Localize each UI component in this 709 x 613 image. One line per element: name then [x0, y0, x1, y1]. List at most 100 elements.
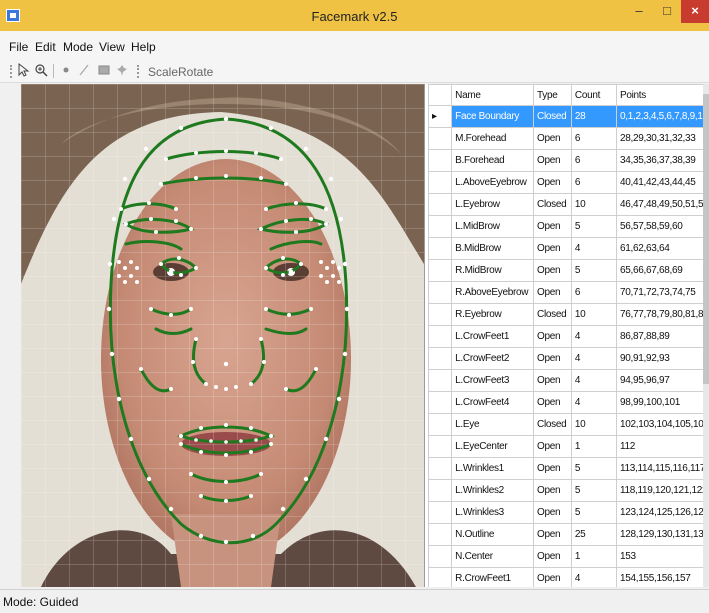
cell-type[interactable]: Open	[533, 325, 572, 348]
cell-type[interactable]: Open	[533, 479, 572, 502]
cell-count[interactable]: 4	[570, 325, 617, 348]
cell-name[interactable]: L.CrowFeet1	[451, 325, 535, 348]
row-header[interactable]	[427, 215, 453, 238]
cell-type[interactable]: Closed	[533, 193, 572, 216]
cell-points[interactable]: 128,129,130,131,132,...	[615, 523, 709, 546]
row-header[interactable]: ▸	[427, 105, 453, 128]
cell-points[interactable]: 98,99,100,101	[615, 391, 709, 414]
cell-count[interactable]: 1	[570, 435, 617, 458]
cell-name[interactable]: R.Eyebrow	[451, 303, 535, 326]
cell-name[interactable]: L.Eyebrow	[451, 193, 535, 216]
cell-points[interactable]: 123,124,125,126,127	[615, 501, 709, 524]
table-row[interactable]: L.EyebrowClosed1046,47,48,49,50,51,52,..…	[427, 193, 709, 216]
cell-count[interactable]: 10	[570, 413, 617, 436]
cell-type[interactable]: Open	[533, 149, 572, 172]
table-row[interactable]: L.CrowFeet1 Open 4 86,87,88,89	[427, 325, 709, 348]
cell-count[interactable]: 5	[570, 457, 617, 480]
column-header-name[interactable]: Name	[451, 84, 535, 106]
table-row[interactable]: L.MidBrow Open 5 56,57,58,59,60	[427, 215, 709, 238]
cell-type[interactable]: Closed	[533, 413, 572, 436]
cell-name[interactable]: R.MidBrow	[451, 259, 535, 282]
cell-name[interactable]: L.CrowFeet2	[451, 347, 535, 370]
cell-points[interactable]: 113,114,115,116,117	[615, 457, 709, 480]
cell-type[interactable]: Open	[533, 171, 572, 194]
cell-name[interactable]: B.MidBrow	[451, 237, 535, 260]
cell-type[interactable]: Open	[533, 457, 572, 480]
cell-name[interactable]: R.AboveEyebrow	[451, 281, 535, 304]
table-row[interactable]: L.Wrinkles3 Open 5 123,124,125,126,127	[427, 501, 709, 524]
cell-count[interactable]: 10	[570, 193, 617, 216]
cell-points[interactable]: 40,41,42,43,44,45	[615, 171, 709, 194]
cell-count[interactable]: 6	[570, 171, 617, 194]
cell-count[interactable]: 10	[570, 303, 617, 326]
cell-type[interactable]: Open	[533, 545, 572, 568]
cell-type[interactable]: Closed	[533, 105, 572, 128]
menu-mode[interactable]: Mode	[63, 40, 93, 54]
table-row[interactable]: N.Center Open 1 153	[427, 545, 709, 568]
cell-name[interactable]: M.Forehead	[451, 127, 535, 150]
cell-points[interactable]: 154,155,156,157	[615, 567, 709, 587]
cell-count[interactable]: 1	[570, 545, 617, 568]
row-header[interactable]	[427, 303, 453, 326]
table-row[interactable]: L.CrowFeet2 Open 4 90,91,92,93	[427, 347, 709, 370]
table-row[interactable]: L.Wrinkles1 Open 5 113,114,115,116,117	[427, 457, 709, 480]
table-row[interactable]: R.CrowFeet1 Open 4 154,155,156,157	[427, 567, 709, 587]
row-header[interactable]	[427, 523, 453, 546]
cell-type[interactable]: Open	[533, 259, 572, 282]
row-header[interactable]	[427, 237, 453, 260]
row-header[interactable]	[427, 391, 453, 414]
minimize-button[interactable]: –	[625, 0, 653, 23]
cell-name[interactable]: N.Outline	[451, 523, 535, 546]
maximize-button[interactable]: □	[653, 0, 681, 23]
row-header[interactable]	[427, 479, 453, 502]
cell-name[interactable]: L.Wrinkles2	[451, 479, 535, 502]
cell-type[interactable]: Open	[533, 281, 572, 304]
cell-points[interactable]: 70,71,72,73,74,75	[615, 281, 709, 304]
cell-count[interactable]: 6	[570, 127, 617, 150]
cell-name[interactable]: L.Wrinkles1	[451, 457, 535, 480]
point-icon[interactable]	[58, 63, 74, 79]
cell-name[interactable]: L.EyeCenter	[451, 435, 535, 458]
cell-points[interactable]: 76,77,78,79,80,81,82,...	[615, 303, 709, 326]
rectangle-icon[interactable]	[96, 63, 112, 79]
cell-type[interactable]: Open	[533, 435, 572, 458]
rotate-button[interactable]: Rotate	[178, 65, 213, 79]
row-header[interactable]	[427, 501, 453, 524]
close-button[interactable]: ×	[681, 0, 709, 23]
cell-name[interactable]: R.CrowFeet1	[451, 567, 535, 587]
column-header-count[interactable]: Count	[570, 84, 617, 106]
cell-type[interactable]: Open	[533, 215, 572, 238]
row-header[interactable]	[427, 413, 453, 436]
cell-type[interactable]: Open	[533, 501, 572, 524]
cell-type[interactable]: Open	[533, 523, 572, 546]
row-header[interactable]	[427, 545, 453, 568]
cell-points[interactable]: 102,103,104,105,106,...	[615, 413, 709, 436]
cell-count[interactable]: 4	[570, 391, 617, 414]
menu-edit[interactable]: Edit	[35, 40, 56, 54]
table-row[interactable]: L.EyeCenter Open 1 112	[427, 435, 709, 458]
cell-points[interactable]: 118,119,120,121,122	[615, 479, 709, 502]
cell-count[interactable]: 6	[570, 149, 617, 172]
row-header[interactable]	[427, 457, 453, 480]
zoom-icon[interactable]	[33, 63, 49, 79]
row-header[interactable]	[427, 325, 453, 348]
cell-count[interactable]: 4	[570, 567, 617, 587]
table-row[interactable]: R.AboveEyebrow Open 6 70,71,72,73,74,75	[427, 281, 709, 304]
table-row[interactable]: L.CrowFeet3 Open 4 94,95,96,97	[427, 369, 709, 392]
cell-count[interactable]: 5	[570, 501, 617, 524]
cell-points[interactable]: 90,91,92,93	[615, 347, 709, 370]
cell-type[interactable]: Open	[533, 369, 572, 392]
table-row[interactable]: L.Wrinkles2 Open 5 118,119,120,121,122	[427, 479, 709, 502]
cell-points[interactable]: 65,66,67,68,69	[615, 259, 709, 282]
cell-type[interactable]: Open	[533, 347, 572, 370]
vertical-scrollbar[interactable]	[703, 84, 709, 587]
cell-count[interactable]: 25	[570, 523, 617, 546]
cell-count[interactable]: 6	[570, 281, 617, 304]
cell-name[interactable]: L.CrowFeet4	[451, 391, 535, 414]
cell-name[interactable]: N.Center	[451, 545, 535, 568]
row-header[interactable]	[427, 149, 453, 172]
pointer-icon[interactable]	[15, 62, 31, 79]
cell-type[interactable]: Open	[533, 567, 572, 587]
image-canvas[interactable]	[21, 84, 424, 587]
cell-name[interactable]: L.CrowFeet3	[451, 369, 535, 392]
